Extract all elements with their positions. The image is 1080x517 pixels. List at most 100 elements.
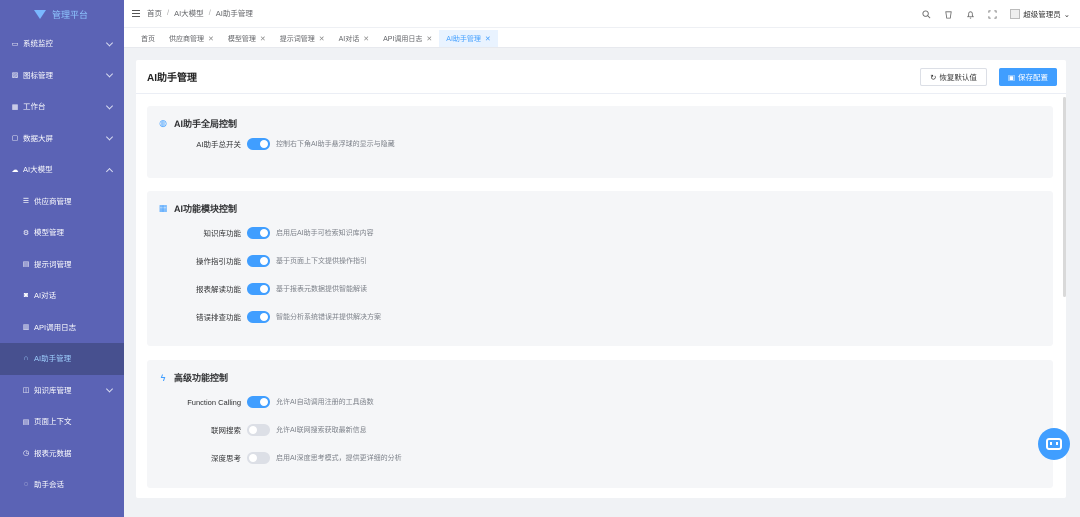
setting-description: 允许AI联网搜索获取最新信息 [276, 427, 367, 434]
close-icon[interactable]: ✕ [208, 35, 214, 43]
close-icon[interactable]: ✕ [485, 35, 491, 43]
sidebar-item-12[interactable]: ▤ 页面上下文 [0, 406, 124, 438]
sidebar-menu: ▭ 系统监控 ▨ 图标管理 ▦ 工作台 ▢ 数据大屏 ☁ AI大模型 ☰ 供应商管理 ⚙ 模型管理 ▤ 提示词… [0, 28, 124, 501]
user-menu[interactable]: 超级管理员 ⌄ [1010, 9, 1070, 20]
breadcrumb: 首页 / AI大模型 / AI助手管理 [147, 8, 253, 19]
tab-6[interactable]: AI助手管理 ✕ [439, 30, 498, 47]
sidebar-item-7[interactable]: ▤ 提示词管理 [0, 249, 124, 281]
setting-label: AI助手总开关 [196, 139, 241, 149]
bell-icon[interactable] [966, 10, 975, 19]
setting-row: Function Calling 允许AI自动调用注册的工具函数 [147, 395, 1053, 409]
sidebar-item-label: 工作台 [23, 102, 46, 112]
tab-5[interactable]: API调用日志 ✕ [376, 30, 439, 47]
sidebar-item-2[interactable]: ▦ 工作台 [0, 91, 124, 123]
tab-0[interactable]: 首页 [134, 30, 162, 47]
screen-icon: ▢ [11, 135, 19, 143]
page-icon: ▤ [22, 418, 30, 426]
sidebar-item-8[interactable]: ◙ AI对话 [0, 280, 124, 312]
toggle-switch[interactable] [247, 311, 270, 323]
sidebar-item-11[interactable]: ◫ 知识库管理 [0, 375, 124, 407]
tab-label: AI助手管理 [446, 35, 481, 43]
app-logo[interactable]: 管理平台 [0, 0, 124, 28]
avatar [1010, 9, 1021, 19]
tab-bar: 首页 供应商管理 ✕ 模型管理 ✕ 提示词管理 ✕ AI对话 ✕ API调用日志 ✕ AI助手管理 ✕ [124, 28, 1080, 48]
logo-icon [34, 9, 46, 19]
sidebar-item-label: 知识库管理 [34, 385, 72, 395]
sidebar-item-3[interactable]: ▢ 数据大屏 [0, 123, 124, 155]
lightning-icon: ϟ [160, 372, 166, 383]
app-name: 管理平台 [52, 9, 89, 20]
report-icon: ◷ [22, 450, 30, 458]
toggle-switch[interactable] [247, 227, 270, 239]
tab-label: AI对话 [338, 35, 360, 43]
headset-icon: ∩ [23, 355, 29, 363]
breadcrumb-separator: / [167, 8, 170, 17]
ai-assistant-button[interactable] [1038, 428, 1070, 460]
chevron-up-icon [105, 167, 114, 175]
sidebar-item-14[interactable]: ◌ 助手会话 [0, 469, 124, 501]
sidebar-item-label: API调用日志 [34, 322, 77, 332]
setting-row: 联网搜索 允许AI联网搜索获取最新信息 [147, 423, 1053, 437]
chevron-down-icon [105, 39, 114, 47]
settings-icon: ⚙ [22, 229, 30, 237]
sidebar-item-label: 图标管理 [23, 70, 53, 80]
search-icon[interactable] [922, 9, 931, 19]
save-icon: ▣ [1007, 72, 1016, 82]
tab-label: API调用日志 [383, 35, 423, 43]
user-name: 超级管理员 [1023, 9, 1061, 19]
setting-description: 允许AI自动调用注册的工具函数 [276, 399, 374, 406]
toggle-switch[interactable] [247, 138, 270, 150]
section-title: ▦ AI功能模块控制 [158, 202, 237, 215]
sidebar-item-label: AI对话 [34, 291, 57, 301]
setting-row: 错误排查功能 智能分析系统错误并提供解决方案 [147, 310, 1053, 324]
breadcrumb-home[interactable]: 首页 [147, 8, 162, 19]
tab-4[interactable]: AI对话 ✕ [332, 30, 377, 47]
tab-label: 模型管理 [227, 35, 256, 43]
reset-default-button[interactable]: ↻ 恢复默认值 [920, 68, 987, 86]
save-config-button[interactable]: ▣ 保存配置 [999, 68, 1057, 86]
toggle-switch[interactable] [247, 283, 270, 295]
close-icon[interactable]: ✕ [260, 35, 266, 43]
chevron-down-icon [105, 385, 114, 393]
cloud-icon: ☁ [11, 166, 19, 174]
conversation-icon: ◌ [23, 481, 29, 489]
settings-section: ◍ AI助手全局控制 AI助手总开关 控制右下角AI助手悬浮球的显示与隐藏 [147, 106, 1053, 178]
section-title-text: AI助手全局控制 [174, 119, 238, 129]
theme-icon[interactable] [944, 10, 953, 19]
sidebar-item-9[interactable]: ▥ API调用日志 [0, 312, 124, 344]
close-icon[interactable]: ✕ [426, 35, 432, 43]
sidebar-item-label: 系统监控 [23, 39, 53, 49]
toggle-switch[interactable] [247, 424, 270, 436]
sidebar-item-10[interactable]: ∩ AI助手管理 [0, 343, 124, 375]
sidebar-item-0[interactable]: ▭ 系统监控 [0, 28, 124, 60]
setting-description: 基于报表元数据提供智能解读 [276, 286, 367, 293]
tab-1[interactable]: 供应商管理 ✕ [162, 30, 221, 47]
fullscreen-icon[interactable] [988, 9, 997, 19]
sidebar-item-5[interactable]: ☰ 供应商管理 [0, 186, 124, 218]
breadcrumb-ai-model[interactable]: AI大模型 [174, 8, 204, 19]
tab-3[interactable]: 提示词管理 ✕ [273, 30, 332, 47]
sidebar-item-label: 页面上下文 [34, 417, 72, 427]
tab-label: 供应商管理 [169, 35, 204, 43]
menu-toggle-icon[interactable] [132, 10, 140, 17]
section-title-text: 高级功能控制 [174, 373, 229, 383]
tab-2[interactable]: 模型管理 ✕ [221, 30, 273, 47]
setting-label: 知识库功能 [203, 228, 242, 238]
close-icon[interactable]: ✕ [319, 35, 325, 43]
sidebar-item-4[interactable]: ☁ AI大模型 [0, 154, 124, 186]
setting-description: 启用后AI助手可检索知识库内容 [276, 230, 374, 237]
book-icon: ◫ [22, 387, 30, 395]
sidebar-item-label: 数据大屏 [23, 133, 53, 143]
section-title-text: AI功能模块控制 [174, 204, 238, 214]
breadcrumb-separator: / [208, 8, 211, 17]
close-icon[interactable]: ✕ [363, 35, 369, 43]
chevron-down-icon: ⌄ [1063, 9, 1070, 19]
scrollbar[interactable] [1063, 97, 1066, 297]
sidebar-item-label: AI大模型 [23, 165, 53, 175]
toggle-switch[interactable] [247, 255, 270, 267]
sidebar-item-6[interactable]: ⚙ 模型管理 [0, 217, 124, 249]
toggle-switch[interactable] [247, 396, 270, 408]
sidebar-item-13[interactable]: ◷ 报表元数据 [0, 438, 124, 470]
toggle-switch[interactable] [247, 452, 270, 464]
sidebar-item-1[interactable]: ▨ 图标管理 [0, 60, 124, 92]
